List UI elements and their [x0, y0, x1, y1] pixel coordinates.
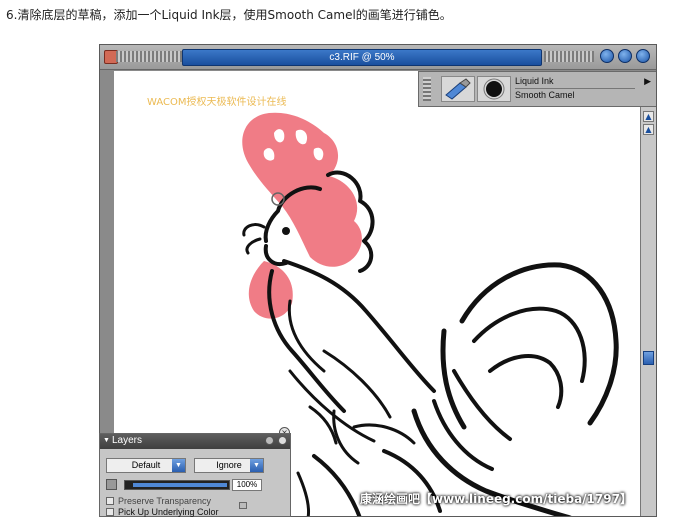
- preserve-transparency-option[interactable]: Preserve Transparency: [106, 496, 211, 506]
- brush-bar-grip[interactable]: [423, 77, 431, 101]
- brush-variant-button[interactable]: [477, 76, 511, 102]
- site-watermark: 康涵绘画吧【www.lineeg.com/tieba/1797】: [360, 492, 632, 506]
- rooster-eye: [282, 227, 290, 235]
- chevron-down-icon[interactable]: ▼: [250, 459, 263, 472]
- opacity-value[interactable]: 100%: [232, 479, 262, 491]
- layers-panel-title: Layers: [112, 435, 143, 446]
- layers-panel[interactable]: ▼ Layers Default ▼ Ignore ▼ 100% Preserv…: [99, 433, 291, 517]
- depth-mode-select[interactable]: Ignore ▼: [194, 458, 264, 473]
- preserve-transparency-label: Preserve Transparency: [118, 496, 212, 506]
- scroll-thumb[interactable]: [643, 351, 654, 365]
- brush-divider: [515, 88, 635, 89]
- scroll-up-arrow-icon[interactable]: ▲: [643, 111, 654, 122]
- composite-method-select[interactable]: Default ▼: [106, 458, 186, 473]
- opacity-slider[interactable]: [124, 480, 230, 490]
- opacity-icon: [106, 479, 117, 490]
- pick-up-underlying-option[interactable]: Pick Up Underlying Color: [106, 507, 219, 517]
- preserve-transparency-checkbox[interactable]: [106, 497, 114, 505]
- wacom-watermark: WACOM授权天极软件设计在线: [147, 97, 287, 108]
- brush-variant-label[interactable]: Smooth Camel: [515, 90, 575, 100]
- brush-selector-bar[interactable]: Liquid Ink Smooth Camel ▶: [418, 71, 656, 107]
- minimize-button[interactable]: [600, 49, 614, 63]
- depth-mode-value: Ignore: [216, 460, 242, 470]
- titlebar-grip-left: [116, 51, 186, 62]
- title-track: c3.RIF @ 50%: [182, 49, 542, 66]
- brush-dab-icon: [483, 78, 505, 100]
- chevron-down-icon[interactable]: ▼: [172, 459, 185, 472]
- liquid-ink-brush-icon: [445, 78, 471, 100]
- step-caption: 6.清除底层的草稿，添加一个Liquid Ink层，使用Smooth Camel…: [6, 8, 452, 22]
- vertical-scrollbar[interactable]: ▲ ▲: [640, 107, 656, 516]
- brush-menu-arrow-icon[interactable]: ▶: [644, 77, 651, 87]
- opacity-row: 100%: [104, 479, 286, 492]
- titlebar-grip-right: [544, 51, 594, 62]
- pick-up-underlying-label: Pick Up Underlying Color: [118, 507, 219, 517]
- composite-method-value: Default: [131, 460, 161, 470]
- window-title: c3.RIF @ 50%: [329, 52, 395, 63]
- lock-icon[interactable]: [239, 502, 247, 509]
- maximize-button[interactable]: [618, 49, 632, 63]
- collapse-triangle-icon[interactable]: ▼: [103, 437, 110, 444]
- scroll-up-arrow-icon-2[interactable]: ▲: [643, 124, 654, 135]
- window-titlebar[interactable]: c3.RIF @ 50%: [100, 45, 656, 70]
- opacity-slider-fill: [133, 483, 227, 487]
- brush-category-button[interactable]: [441, 76, 475, 102]
- panel-close-button[interactable]: [278, 436, 287, 445]
- layers-panel-header[interactable]: ▼ Layers: [100, 434, 290, 449]
- panel-minimize-button[interactable]: [265, 436, 274, 445]
- pick-up-underlying-checkbox[interactable]: [106, 508, 114, 516]
- brush-category-label[interactable]: Liquid Ink: [515, 76, 554, 86]
- close-button[interactable]: [636, 49, 650, 63]
